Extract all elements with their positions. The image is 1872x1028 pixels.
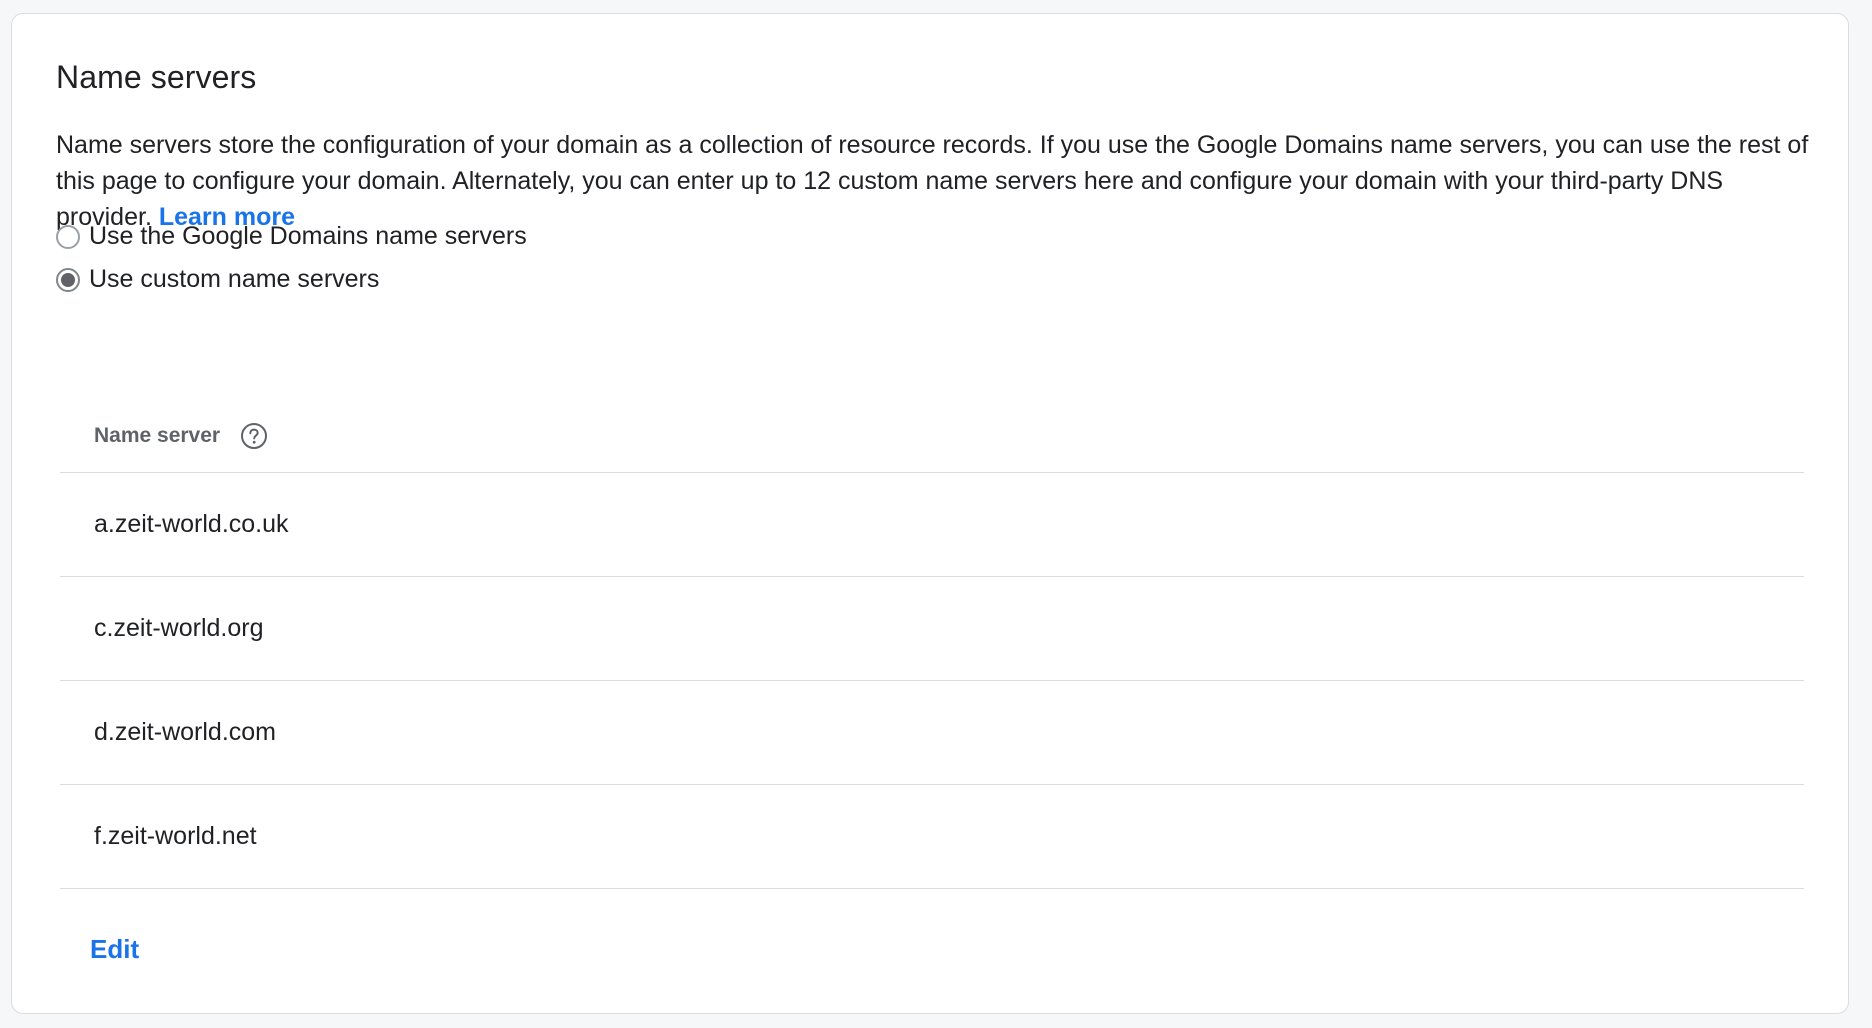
table-header: Name server <box>60 399 1804 473</box>
name-server-value: f.zeit-world.net <box>94 822 257 850</box>
table-row: c.zeit-world.org <box>60 577 1804 681</box>
radio-checked-icon[interactable] <box>56 267 80 292</box>
help-circle-icon[interactable] <box>240 422 268 450</box>
column-header-name-server: Name server <box>94 423 221 447</box>
name-server-value: c.zeit-world.org <box>94 614 264 642</box>
section-description: Name servers store the configuration of … <box>56 127 1816 235</box>
radio-custom-name-servers[interactable]: Use custom name servers <box>56 265 379 294</box>
name-servers-card: Name servers Name servers store the conf… <box>11 13 1849 1014</box>
edit-button[interactable]: Edit <box>90 934 139 965</box>
table-row: d.zeit-world.com <box>60 681 1804 785</box>
section-title: Name servers <box>56 59 257 95</box>
name-server-value: d.zeit-world.com <box>94 718 276 746</box>
description-text: Name servers store the configuration of … <box>56 131 1809 231</box>
name-server-table: Name server a.zeit-world.co.uk c.zeit-wo… <box>60 399 1804 889</box>
table-row: a.zeit-world.co.uk <box>60 473 1804 577</box>
radio-label-custom: Use custom name servers <box>89 265 380 293</box>
table-row: f.zeit-world.net <box>60 785 1804 889</box>
radio-unchecked-icon[interactable] <box>56 224 80 249</box>
radio-label-google: Use the Google Domains name servers <box>89 222 527 250</box>
radio-google-name-servers[interactable]: Use the Google Domains name servers <box>56 222 527 251</box>
name-server-value: a.zeit-world.co.uk <box>94 510 289 538</box>
